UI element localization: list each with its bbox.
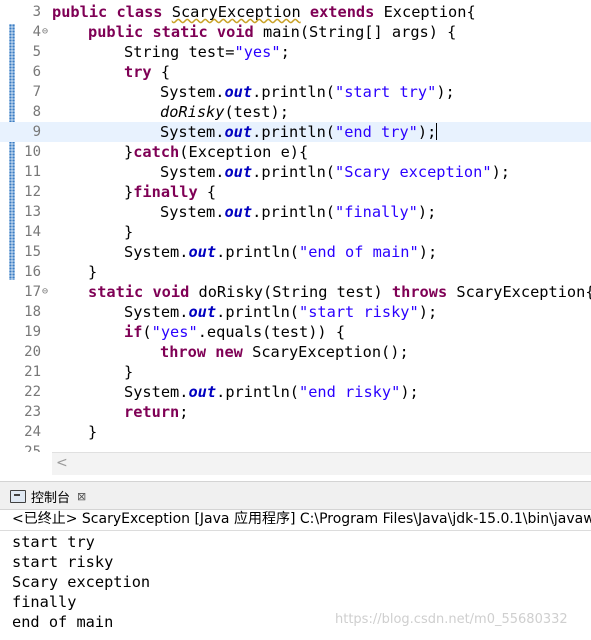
line-number: 6 [32,64,41,80]
line-number: 17 [24,284,41,300]
console-view-tabbar: 控制台 ⊠ [0,481,591,510]
scroll-left-icon[interactable]: < [56,455,68,471]
code-line[interactable]: 22 System.out.println("end risky"); [0,382,591,402]
console-status-line: <已终止> ScaryException [Java 应用程序] C:\Prog… [12,511,591,527]
line-number: 11 [24,164,41,180]
code-text: System.out.println("end try"); [160,123,438,141]
line-number: 22 [24,384,41,400]
gutter-footer [0,452,52,474]
code-text: } [124,363,134,381]
code-line[interactable]: 20 throw new ScaryException(); [0,342,591,362]
code-text: } [88,423,98,441]
code-line[interactable]: 3 public class ScaryException extends Ex… [0,2,591,22]
divider [0,530,591,531]
code-line[interactable]: 24 } [0,422,591,442]
line-number: 16 [24,264,41,280]
console-output-line: finally [12,593,77,611]
console-output-line: Scary exception [12,573,151,591]
watermark: https://blog.csdn.net/m0_55680332 [335,612,568,627]
code-text: if("yes".equals(test)) { [124,323,346,341]
code-text: doRisky(test); [160,103,289,121]
line-number: 24 [24,424,41,440]
code-text: public static void main(String[] args) { [88,23,457,41]
code-line[interactable]: 5 String test="yes"; [0,42,591,62]
code-text: public class ScaryException extends Exce… [52,3,476,21]
code-line[interactable]: 4 ⊖ public static void main(String[] arg… [0,22,591,42]
console-output-line: end of main [12,613,114,631]
code-line[interactable]: 10 }catch(Exception e){ [0,142,591,162]
line-number: 9 [32,124,41,140]
code-text: return; [124,403,189,421]
code-text: throw new ScaryException(); [160,343,409,361]
code-text: System.out.println("start try"); [160,83,455,101]
line-number: 14 [24,224,41,240]
code-text: System.out.println("Scary exception"); [160,163,510,181]
line-number: 4 [32,24,41,40]
horizontal-scrollbar[interactable]: < [52,452,591,475]
line-number: 8 [32,104,41,120]
code-text: }finally { [124,183,217,201]
code-line[interactable]: 7 System.out.println("start try"); [0,82,591,102]
fold-toggle-icon[interactable]: ⊖ [42,25,48,39]
code-line[interactable]: 21 } [0,362,591,382]
console-output[interactable]: start try start risky Scary exception final… [12,532,150,632]
code-editor[interactable]: 3 public class ScaryException extends Ex… [0,0,591,452]
code-line[interactable]: 8 doRisky(test); [0,102,591,122]
code-line[interactable]: 18 System.out.println("start risky"); [0,302,591,322]
code-line[interactable]: 16 } [0,262,591,282]
tab-console-label: 控制台 [31,490,71,506]
line-number: 21 [24,364,41,380]
line-number: 20 [24,344,41,360]
tab-console[interactable]: 控制台 ⊠ [10,486,86,506]
code-line[interactable]: 14 } [0,222,591,242]
fold-toggle-icon[interactable]: ⊖ [42,285,48,299]
console-icon [10,489,26,503]
line-number: 7 [32,84,41,100]
code-line[interactable]: 6 try { [0,62,591,82]
code-text: System.out.println("start risky"); [124,303,438,321]
line-number: 15 [24,244,41,260]
code-line[interactable]: 11 System.out.println("Scary exception")… [0,162,591,182]
code-text: System.out.println("end risky"); [124,383,419,401]
current-code-line[interactable]: 9 System.out.println("end try"); [0,122,591,142]
code-text: }catch(Exception e){ [124,143,309,161]
line-number: 10 [24,144,41,160]
console-output-line: start risky [12,553,114,571]
code-line[interactable]: 12 }finally { [0,182,591,202]
code-text: try { [124,63,171,81]
line-number: 3 [32,4,41,20]
line-number: 12 [24,184,41,200]
code-line[interactable]: 23 return; [0,402,591,422]
code-line[interactable]: 19 if("yes".equals(test)) { [0,322,591,342]
code-line[interactable]: 15 System.out.println("end of main"); [0,242,591,262]
close-icon[interactable]: ⊠ [77,490,86,503]
code-text: System.out.println("finally"); [160,203,437,221]
text-caret [436,123,438,140]
code-text: String test="yes"; [124,43,290,61]
line-number: 18 [24,304,41,320]
line-number: 13 [24,204,41,220]
code-text: } [124,223,134,241]
line-number: 5 [32,44,41,60]
line-number: 25 [24,444,41,452]
code-text: static void doRisky(String test) throws … [88,283,591,301]
code-text: } [88,263,98,281]
console-output-line: start try [12,533,95,551]
code-text: System.out.println("end of main"); [124,243,438,261]
code-line[interactable]: 25 [0,442,591,452]
line-number: 23 [24,404,41,420]
code-line[interactable]: 17 ⊖ static void doRisky(String test) th… [0,282,591,302]
code-line[interactable]: 13 System.out.println("finally"); [0,202,591,222]
line-number: 19 [24,324,41,340]
